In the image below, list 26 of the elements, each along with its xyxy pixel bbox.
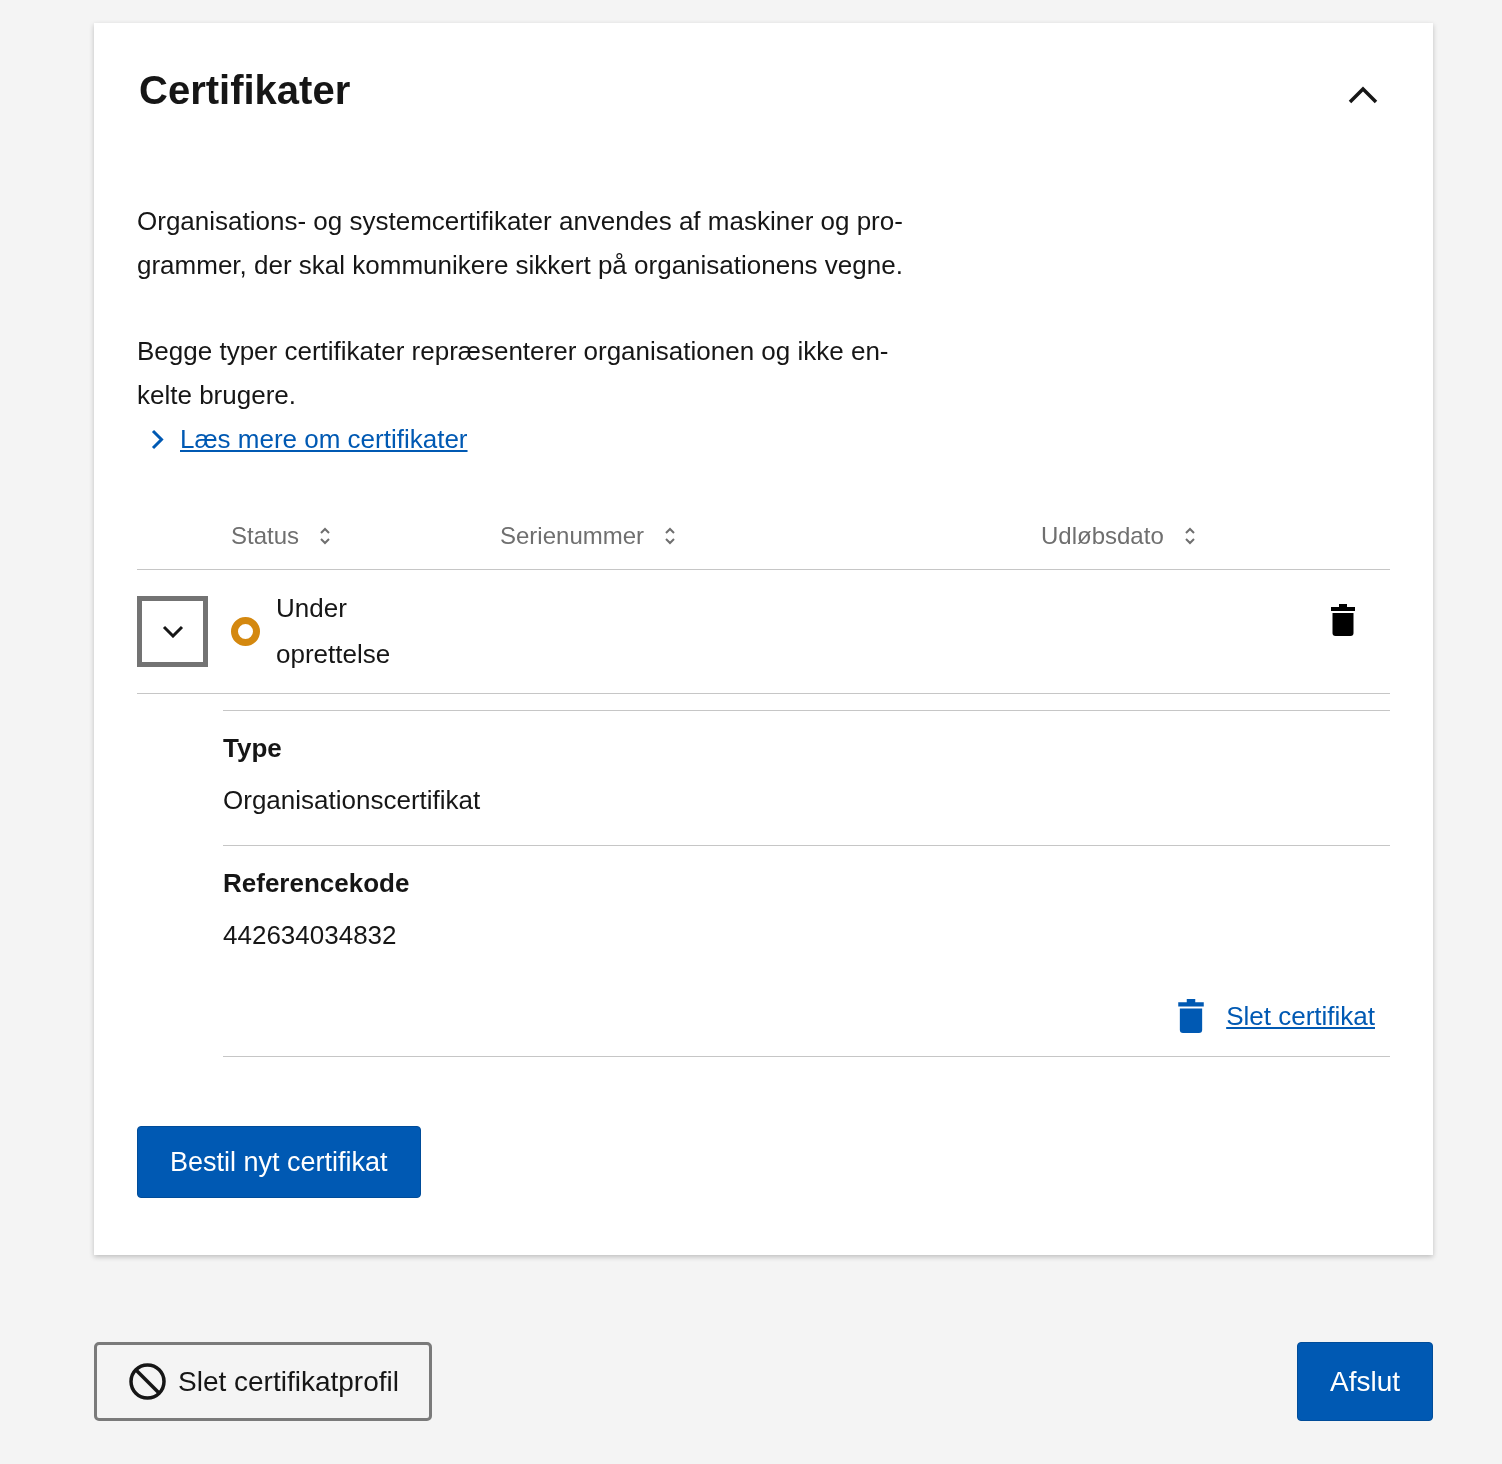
detail-label: Referencekode — [223, 867, 411, 900]
order-certificate-button[interactable]: Bestil nyt certifikat — [137, 1126, 421, 1198]
panel-title: Certifikater — [139, 67, 351, 114]
chevron-up-icon[interactable] — [1348, 86, 1378, 104]
read-more-link[interactable]: Læs mere om certifikater — [180, 421, 468, 457]
chevron-right-icon — [151, 428, 164, 450]
description-text: Organisations- og systemcertifikater anvendes af maskiner og pro- grammer, der skal kommunikere sikkert på organisationens vegne. — [137, 205, 904, 282]
column-header[interactable]: Udløbsdato — [1041, 521, 1196, 551]
trash-icon[interactable] — [1331, 604, 1355, 636]
expand-row-button[interactable] — [137, 595, 208, 667]
delete-certificate-link[interactable]: Slet certifikat — [1178, 998, 1375, 1034]
sort-icon — [664, 525, 677, 547]
column-header[interactable]: Status — [231, 521, 332, 551]
prohibited-icon — [129, 1363, 166, 1400]
status-text: Under oprettelse — [276, 592, 392, 671]
finish-button[interactable]: Afslut — [1296, 1342, 1433, 1421]
chevron-down-icon — [161, 624, 184, 638]
sort-icon — [1183, 525, 1196, 547]
detail-value: Organisationscertifikat — [223, 784, 482, 817]
detail-value: 442634034832 — [223, 919, 398, 952]
detail-label: Type — [223, 732, 283, 765]
description-text: Begge typer certifikater repræsenterer organisationen og ikke en- kelte brugere. — [137, 335, 890, 412]
sort-icon — [319, 525, 332, 547]
column-header[interactable]: Serienummer — [500, 521, 677, 551]
delete-profile-button[interactable]: Slet certifikatprofil — [94, 1342, 432, 1421]
trash-icon — [1178, 999, 1205, 1033]
